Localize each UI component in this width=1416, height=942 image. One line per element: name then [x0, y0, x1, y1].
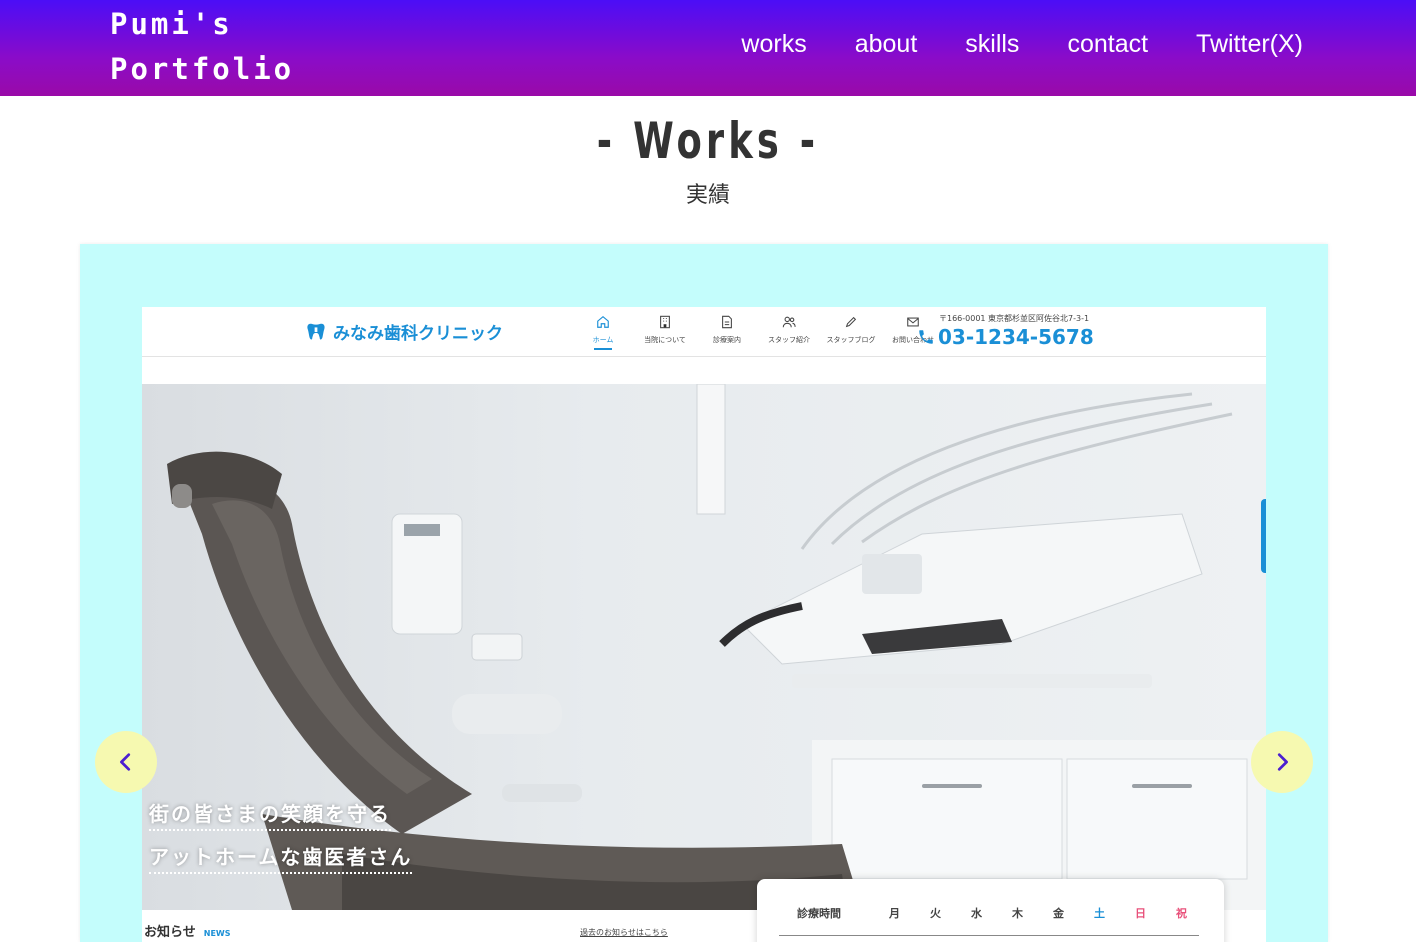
clinic-name: みなみ歯科クリニック [333, 324, 503, 344]
day-mon: 月 [889, 907, 900, 920]
main-nav: works about skills contact Twitter(X) [741, 26, 1303, 62]
logo-line-2: Portfolio [110, 52, 295, 86]
home-icon [597, 316, 609, 328]
clinic-header: みなみ歯科クリニック ホーム 当院について 診療案内 スタッフ紹介 スタッフブロ… [142, 307, 1266, 357]
staff-icon [782, 316, 796, 328]
catch-line-1: 街の皆さまの笑顔を守る [149, 798, 391, 831]
catch-line-2: アットホームな歯医者さん [149, 841, 413, 874]
clinic-nav-about: 当院について [641, 315, 689, 350]
news-title: お知らせ [144, 925, 196, 940]
slider-prev-button[interactable] [95, 731, 157, 793]
clinic-nav-blog: スタッフブログ [827, 315, 876, 350]
work-screenshot[interactable]: みなみ歯科クリニック ホーム 当院について 診療案内 スタッフ紹介 スタッフブロ… [142, 307, 1266, 942]
prev-arrow-icon [120, 753, 131, 771]
site-logo[interactable]: Pumi's Portfolio [110, 2, 310, 92]
section-title: - Works - [596, 112, 820, 170]
news-heading: お知らせ NEWS [144, 921, 231, 940]
day-thu: 木 [1012, 907, 1023, 920]
nav-about[interactable]: about [855, 26, 918, 62]
building-icon [660, 315, 670, 329]
clinic-nav: ホーム 当院について 診療案内 スタッフ紹介 スタッフブログ お問い合わせ [579, 315, 937, 350]
site-header: Pumi's Portfolio works about skills cont… [0, 0, 1416, 96]
day-sat: 土 [1094, 907, 1105, 920]
day-holiday: 祝 [1176, 907, 1187, 920]
clinic-phone: 03-1234-5678 [917, 325, 1094, 349]
day-fri: 金 [1053, 907, 1064, 920]
hours-divider [779, 935, 1199, 936]
logo-line-1: Pumi's [110, 7, 233, 41]
nav-contact[interactable]: contact [1067, 26, 1148, 62]
clinic-hero-image: 街の皆さまの笑顔を守る アットホームな歯医者さん [142, 384, 1266, 910]
hours-title: 診療時間 [797, 907, 841, 920]
hours-header-row: 診療時間 月 火 水 木 金 土 日 祝 [797, 905, 1217, 921]
day-sun: 日 [1135, 907, 1146, 920]
nav-works[interactable]: works [741, 26, 806, 62]
pencil-icon [845, 316, 857, 328]
tooth-icon [307, 323, 325, 340]
day-tue: 火 [930, 907, 941, 920]
clinic-nav-treatment: 診療案内 [703, 315, 751, 350]
clinic-nav-home: ホーム [579, 315, 627, 350]
nav-twitter[interactable]: Twitter(X) [1196, 26, 1303, 62]
clinic-nav-staff: スタッフ紹介 [765, 315, 813, 350]
clinic-hours-card: 診療時間 月 火 水 木 金 土 日 祝 [757, 879, 1224, 942]
hero-catchcopy: 街の皆さまの笑顔を守る アットホームな歯医者さん [149, 798, 413, 884]
news-en: NEWS [203, 929, 231, 938]
next-arrow-icon [1277, 753, 1288, 771]
phone-icon [919, 330, 933, 344]
clinic-address: 〒166-0001 東京都杉並区阿佐谷北7-3-1 [939, 314, 1090, 323]
works-slider: みなみ歯科クリニック ホーム 当院について 診療案内 スタッフ紹介 スタッフブロ… [80, 244, 1328, 942]
slider-next-button[interactable] [1251, 731, 1313, 793]
past-news-link[interactable]: 過去のお知らせはこちら [580, 927, 668, 938]
document-icon [722, 315, 732, 329]
nav-skills[interactable]: skills [965, 26, 1019, 62]
side-tab[interactable] [1261, 499, 1266, 573]
clinic-contact: 〒166-0001 東京都杉並区阿佐谷北7-3-1 03-1234-5678 [917, 313, 1094, 349]
section-subtitle: 実績 [685, 183, 730, 208]
day-wed: 水 [971, 907, 982, 920]
clinic-logo: みなみ歯科クリニック [305, 319, 503, 344]
